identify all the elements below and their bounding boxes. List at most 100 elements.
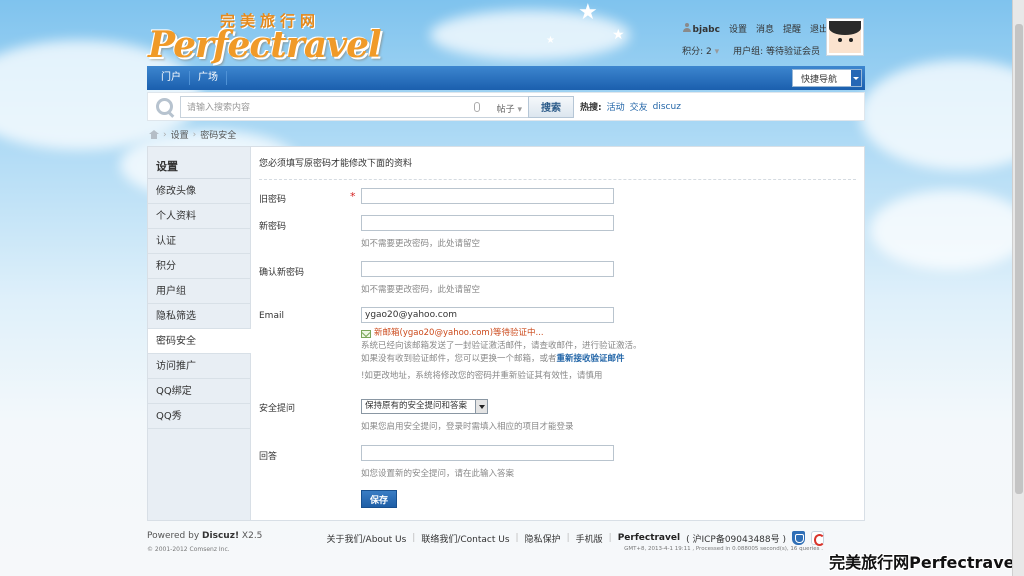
sidebar-item-usergroup[interactable]: 用户组 [148,279,250,304]
points-link[interactable]: 积分: 2 ▾ [682,44,719,57]
email-verify-note: 新邮箱(ygao20@yahoo.com)等待验证中... 系统已经向该邮箱发送… [361,327,642,383]
confirm-password-hint: 如不需要更改密码，此处请留空 [361,285,481,295]
avatar-face-icon [829,21,861,53]
quick-nav-label: 快捷导航 [801,74,838,85]
new-password-input[interactable] [361,215,614,231]
email-pending-status: 新邮箱(ygao20@yahoo.com)等待验证中... [361,327,642,340]
chevron-down-icon [475,400,487,413]
new-password-hint: 如不需要更改密码，此处请留空 [361,239,481,249]
hot-search-label: 热搜: [580,103,602,113]
sidebar-item-qq-show[interactable]: QQ秀 [148,404,250,429]
icp-link[interactable]: ( 沪ICP备09043488号 ) [686,532,786,545]
sidebar-title: 设置 [148,147,250,179]
security-question-select[interactable]: 保持原有的安全提问和答案 [361,399,488,414]
answer-label: 回答 [259,452,278,462]
star-decoration: ★ [612,27,625,43]
hot-search-item[interactable]: 活动 [607,100,625,113]
nav-item-portal[interactable]: 门户 [153,71,190,85]
site-logo[interactable]: 完美旅行网 Perfectravel [148,8,398,66]
old-password-input[interactable] [361,188,614,204]
footer-copyright: © 2001-2012 Comsenz Inc. [147,546,230,553]
search-type-select[interactable]: 帖子 [497,102,522,115]
footer-link-privacy[interactable]: 隐私保护 [525,532,561,545]
powered-by: Powered by Discuz! X2.5 [147,531,263,541]
mic-icon[interactable] [474,101,480,112]
hot-search-item[interactable]: discuz [653,102,681,112]
star-decoration: ★ [546,35,555,46]
user-info-bar: 积分: 2 ▾ 用户组: 等待验证会员 [682,44,820,57]
breadcrumb-settings[interactable]: 设置 [171,128,189,141]
search-input[interactable]: 请输入搜索内容 帖子 [180,95,528,118]
sidebar-item-promotion[interactable]: 访问推广 [148,354,250,379]
quick-nav-button[interactable]: 快捷导航 [792,69,862,87]
search-button[interactable]: 搜索 [528,95,574,118]
hot-search-item[interactable]: 交友 [630,100,648,113]
logo-en-text: Perfectravel [148,24,382,66]
main-panel: 设置 修改头像 个人资料 认证 积分 用户组 隐私筛选 密码安全 访问推广 QQ… [147,146,865,521]
answer-hint: 如您设置新的安全提问，请在此输入答案 [361,469,515,479]
discuz-link[interactable]: Discuz! [202,531,239,541]
resend-verify-link[interactable]: 重新接收验证邮件 [557,354,625,364]
home-icon[interactable] [149,130,159,139]
cloud-decoration [870,190,1024,270]
save-button[interactable]: 保存 [361,490,397,508]
security-question-label: 安全提问 [259,404,296,414]
search-placeholder: 请输入搜索内容 [187,103,251,113]
breadcrumb-password-security: 密码安全 [200,131,237,141]
footer-link-mobile[interactable]: 手机版 [576,532,603,545]
breadcrumb: › 设置 › 密码安全 [149,128,236,141]
user-group-link[interactable]: 用户组: 等待验证会员 [733,44,820,57]
email-note-line1: 系统已经向该邮箱发送了一封验证激活邮件，请查收邮件，进行验证激活。 [361,341,642,351]
email-field[interactable]: ygao20@yahoo.com [361,307,614,323]
sidebar-item-avatar[interactable]: 修改头像 [148,179,250,204]
email-note-line3: !如更改地址，系统将修改您的密码并重新验证其有效性，请慎用 [361,371,603,381]
answer-input[interactable] [361,445,614,461]
sidebar-item-password-security[interactable]: 密码安全 [148,329,251,354]
user-link-messages[interactable]: 消息 [756,22,774,35]
sidebar-item-points[interactable]: 积分 [148,254,250,279]
mail-icon [361,329,371,338]
page-scrollbar[interactable] [1012,0,1024,576]
user-link-reminders[interactable]: 提醒 [783,22,801,35]
sidebar-item-privacy[interactable]: 隐私筛选 [148,304,250,329]
cnzz-icon[interactable] [811,531,825,546]
user-bar: bjabc 设置 消息 提醒 退出 [682,22,828,35]
chevron-right-icon: › [163,129,167,140]
email-label: Email [259,311,284,321]
hot-search: 热搜: 活动 交友 discuz [580,100,681,114]
avatar[interactable] [826,18,864,56]
footer-links: 关于我们/About Us | 联络我们/Contact Us | 隐私保护 |… [327,531,825,546]
settings-sidebar: 设置 修改头像 个人资料 认证 积分 用户组 隐私筛选 密码安全 访问推广 QQ… [148,147,251,520]
chevron-down-icon [851,70,861,86]
sidebar-item-qq-bind[interactable]: QQ绑定 [148,379,250,404]
star-decoration: ★ [578,0,598,25]
cloud-decoration [860,60,1024,170]
search-bar: 请输入搜索内容 帖子 搜索 热搜: 活动 交友 discuz [147,92,865,121]
user-link-settings[interactable]: 设置 [729,22,747,35]
nav-item-square[interactable]: 广场 [190,71,227,85]
footer-stats: GMT+8, 2013-4-1 19:11 , Processed in 0.0… [624,546,823,552]
sidebar-item-verify[interactable]: 认证 [148,229,250,254]
confirm-password-input[interactable] [361,261,614,277]
sidebar-item-profile[interactable]: 个人资料 [148,204,250,229]
search-icon [154,96,176,118]
watermark: 完美旅行网Perfectravel [829,553,1020,572]
old-password-label: 旧密码 [259,195,287,205]
password-form: 您必须填写原密码才能修改下面的资料 旧密码 * 新密码 如不需要更改密码，此处请… [251,147,864,520]
chevron-down-icon: ▾ [714,47,720,57]
username-link[interactable]: bjabc [682,22,720,35]
email-note-line2: 如果没有收到验证邮件，您可以更换一个邮箱，或者重新接收验证邮件 [361,354,625,364]
footer-link-about[interactable]: 关于我们/About Us [327,532,407,545]
footer-link-contact[interactable]: 联络我们/Contact Us [421,532,509,545]
footer-brand[interactable]: Perfectravel [618,533,680,543]
person-icon [682,22,691,32]
scrollbar-thumb[interactable] [1015,24,1023,494]
new-password-label: 新密码 [259,222,287,232]
form-notice: 您必须填写原密码才能修改下面的资料 [259,156,856,180]
security-question-value: 保持原有的安全提问和答案 [365,401,468,411]
confirm-password-label: 确认新密码 [259,268,305,278]
main-nav: 门户 广场 快捷导航 [147,66,865,90]
shield-icon[interactable] [792,531,805,545]
chevron-right-icon: › [192,129,197,140]
required-mark: * [350,190,356,203]
